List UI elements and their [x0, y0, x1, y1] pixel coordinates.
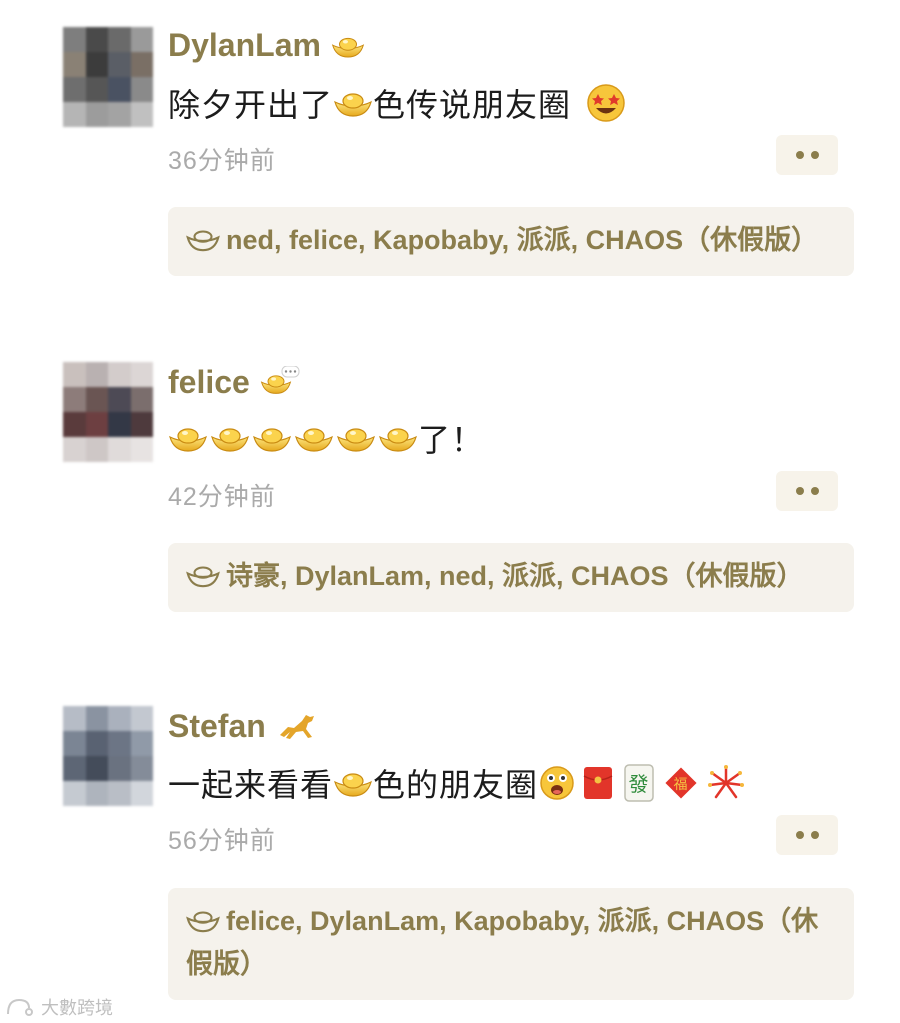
likes-list[interactable]: ned, felice, Kapobaby, 派派, CHAOS（休假版） — [226, 225, 818, 255]
svg-text:福: 福 — [674, 777, 689, 793]
dot-icon — [795, 151, 804, 159]
gold-ingot-icon — [333, 88, 373, 118]
post-text: 一起来看看 色的朋友圈 發 福 — [168, 760, 746, 806]
running-horse-status-icon — [279, 714, 314, 739]
post-text-part: 除夕开出了 — [168, 87, 334, 123]
more-button[interactable] — [776, 471, 838, 511]
like-ingot-icon — [186, 563, 220, 589]
more-button[interactable] — [776, 135, 838, 175]
author-name-text[interactable]: felice — [168, 364, 250, 401]
author-name-text[interactable]: DylanLam — [168, 27, 321, 64]
avatar[interactable] — [63, 27, 153, 127]
post-text-part: 色的朋友圈 — [373, 767, 539, 803]
gold-ingot-icon — [210, 423, 250, 453]
gold-ingot-chat-status-icon — [260, 365, 300, 394]
shocked-face-emoji-icon — [540, 766, 574, 800]
dot-icon — [810, 487, 819, 495]
svg-text:發: 發 — [629, 772, 650, 796]
post-time: 36分钟前 — [168, 147, 276, 175]
author-name[interactable]: felice — [168, 364, 300, 401]
watermark-logo-icon — [7, 998, 33, 1016]
gold-ingot-icon — [294, 423, 334, 453]
dot-icon — [810, 831, 819, 839]
dot-icon — [810, 151, 819, 159]
watermark-text: 大數跨境 — [41, 998, 113, 1018]
post-text: 了！ — [168, 415, 484, 461]
gold-ingot-status-icon — [331, 31, 365, 61]
gold-ingot-icon — [252, 423, 292, 453]
post-time: 56分钟前 — [168, 827, 276, 855]
likes-box: ned, felice, Kapobaby, 派派, CHAOS（休假版） — [168, 207, 854, 276]
gold-ingot-icon — [336, 423, 376, 453]
gold-ingot-icon — [333, 768, 373, 798]
fireworks-icon — [708, 765, 745, 799]
avatar[interactable] — [63, 706, 153, 806]
more-button[interactable] — [776, 815, 838, 855]
gold-ingot-icon — [378, 423, 418, 453]
author-name-text[interactable]: Stefan — [168, 708, 266, 745]
author-name[interactable]: DylanLam — [168, 27, 365, 64]
like-ingot-icon — [186, 908, 220, 934]
mahjong-tile-icon: 發 — [624, 764, 654, 802]
fortune-diamond-icon: 福 — [665, 767, 697, 799]
watermark: 大數跨境 — [5, 994, 113, 1020]
likes-list[interactable]: 诗豪, DylanLam, ned, 派派, CHAOS（休假版） — [226, 561, 804, 591]
dot-icon — [795, 487, 804, 495]
likes-box: felice, DylanLam, Kapobaby, 派派, CHAOS（休假… — [168, 888, 854, 1000]
like-ingot-icon — [186, 227, 220, 253]
post-text: 除夕开出了 色传说朋友圈 — [168, 80, 627, 126]
avatar[interactable] — [63, 362, 153, 462]
likes-list[interactable]: felice, DylanLam, Kapobaby, 派派, CHAOS（休假… — [186, 906, 818, 979]
dot-icon — [795, 831, 804, 839]
post-text-part: 色传说朋友圈 — [373, 87, 572, 123]
post-time: 42分钟前 — [168, 483, 276, 511]
star-struck-emoji-icon — [587, 84, 625, 122]
post-text-part: 了！ — [418, 422, 485, 458]
post-text-part: 一起来看看 — [168, 767, 334, 803]
red-envelope-icon — [583, 767, 613, 799]
likes-box: 诗豪, DylanLam, ned, 派派, CHAOS（休假版） — [168, 543, 854, 612]
gold-ingot-icon — [168, 423, 208, 453]
author-name[interactable]: Stefan — [168, 708, 318, 745]
